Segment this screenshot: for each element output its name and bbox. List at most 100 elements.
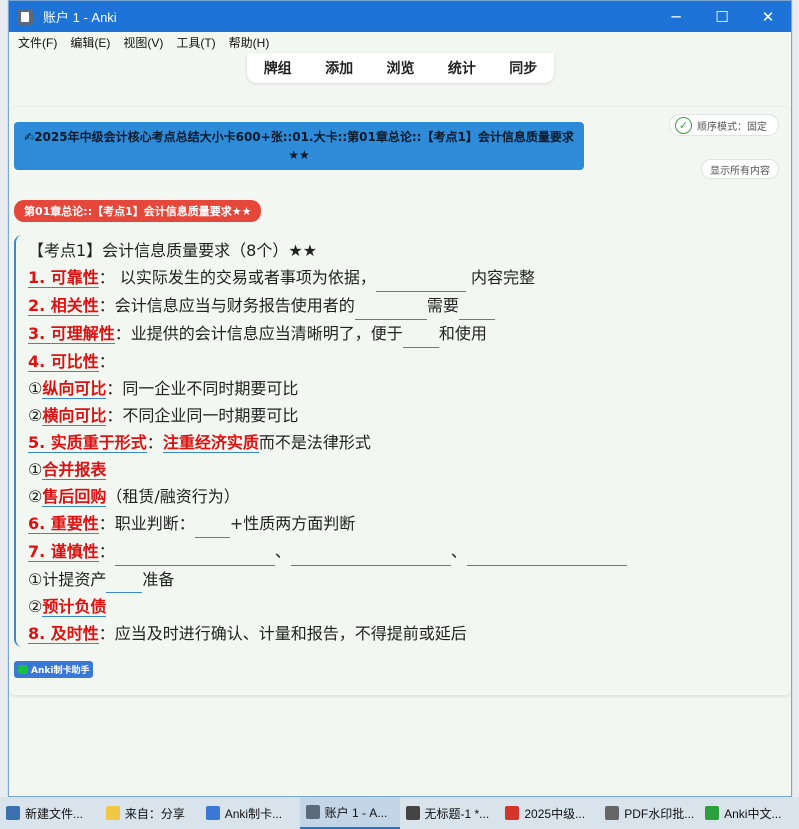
menu-help[interactable]: 帮助(H)	[229, 34, 270, 51]
task-icon	[605, 806, 620, 820]
toolbar-sync[interactable]: 同步	[503, 56, 543, 80]
cloze-blank[interactable]	[114, 548, 275, 566]
cloze-blank[interactable]	[466, 548, 627, 566]
keyword: 4. 可比性	[28, 352, 99, 372]
keyword: 横向可比	[42, 406, 107, 426]
list-item: 8. 及时性：应当及时进行确认、计量和报告，不得提前或延后	[28, 620, 774, 647]
anki-main-window: 账户 1 - Anki ─ ☐ ✕ 文件(F) 编辑(E) 视图(V) 工具(T…	[8, 0, 792, 797]
menu-edit[interactable]: 编辑(E)	[70, 34, 110, 51]
wechat-icon	[18, 665, 28, 674]
anki-app-icon	[17, 8, 33, 25]
list-item: 1. 可靠性： 以实际发生的交易或者事项为依据， 内容完整	[28, 264, 774, 292]
taskbar-item[interactable]: 新建文件...	[0, 797, 100, 829]
text: 准备	[142, 570, 175, 589]
toolbar-decks[interactable]: 牌组	[258, 56, 298, 80]
list-item: ②横向可比：不同企业同一时期要可比	[28, 402, 774, 429]
list-item: 4. 可比性：	[28, 348, 774, 375]
window-controls: ─ ☐ ✕	[653, 1, 791, 32]
text: ：不同企业同一时期要可比	[106, 406, 299, 425]
task-label: PDF水印批...	[624, 806, 695, 821]
cloze-blank[interactable]	[106, 575, 143, 593]
text: 需要	[426, 296, 459, 315]
list-item: 6. 重要性：职业判断： +性质两方面判断	[28, 510, 774, 538]
text: 和使用	[438, 324, 487, 343]
title-bar[interactable]: 账户 1 - Anki ─ ☐ ✕	[9, 1, 791, 32]
task-icon	[705, 806, 720, 820]
text: ②	[28, 406, 43, 425]
text: ①	[28, 460, 43, 479]
text: 而不是法律形式	[258, 433, 371, 452]
list-item: ①计提资产 准备	[28, 566, 774, 593]
cloze-blank[interactable]	[375, 274, 466, 292]
taskbar: 新建文件... 来自：分享 Anki制卡... 账户 1 - A... 无标题-…	[0, 797, 799, 829]
text: ： 以实际发生的交易或者事项为依据，	[98, 268, 376, 287]
toolbar-stats[interactable]: 统计	[442, 56, 482, 80]
keyword: 售后回购	[42, 487, 107, 507]
taskbar-item[interactable]: Anki制卡...	[200, 797, 300, 829]
topic-tag: 第01章总论::【考点1】会计信息质量要求★★	[14, 200, 262, 222]
anki-helper-tag[interactable]: Anki制卡助手	[14, 661, 94, 678]
keyword: 5. 实质重于形式	[28, 433, 147, 453]
text: ：同一企业不同时期要可比	[106, 379, 299, 398]
keyword: 注重经济实质	[162, 433, 259, 453]
keyword: 纵向可比	[42, 379, 107, 399]
window-title: 账户 1 - Anki	[43, 10, 117, 25]
list-item: 7. 谨慎性： 、 、	[28, 538, 774, 566]
text: 、	[450, 542, 467, 561]
keyword: 6. 重要性	[28, 514, 99, 534]
close-button[interactable]: ✕	[745, 1, 791, 32]
list-item: 2. 相关性：会计信息应当与财务报告使用者的 需要	[28, 292, 774, 320]
text: ：应当及时进行确认、计量和报告，不得提前或延后	[98, 624, 467, 643]
taskbar-item[interactable]: 无标题-1 *...	[400, 797, 500, 829]
task-label: 账户 1 - A...	[324, 805, 388, 820]
order-mode-toggle[interactable]: ✓ 顺序模式：固定	[669, 114, 779, 136]
text: ：业提供的会计信息应当清晰明了，便于	[114, 324, 403, 343]
task-label: Anki中文...	[724, 806, 782, 821]
toolbar-add[interactable]: 添加	[319, 56, 359, 80]
order-mode-label: 顺序模式：固定	[697, 121, 767, 133]
task-icon	[105, 806, 120, 820]
toolbar-browse[interactable]: 浏览	[380, 56, 420, 80]
task-label: 无标题-1 *...	[424, 806, 490, 821]
text: ：	[146, 433, 163, 452]
minimize-button[interactable]: ─	[653, 1, 699, 32]
text: +性质两方面判断	[229, 514, 356, 533]
maximize-button[interactable]: ☐	[699, 1, 745, 32]
list-item: ②售后回购（租赁/融资行为）	[28, 483, 774, 510]
list-item: ①合并报表	[28, 456, 774, 483]
menu-file[interactable]: 文件(F)	[18, 34, 57, 51]
taskbar-item-active[interactable]: 账户 1 - A...	[299, 797, 400, 829]
taskbar-item[interactable]: 2025中级...	[499, 797, 599, 829]
cloze-blank[interactable]	[458, 302, 495, 320]
text: ①	[28, 379, 43, 398]
menu-view[interactable]: 视图(V)	[123, 34, 163, 51]
cloze-blank[interactable]	[290, 548, 451, 566]
task-label: 2025中级...	[524, 806, 586, 821]
keyword: 3. 可理解性	[28, 324, 115, 344]
task-icon	[305, 805, 320, 819]
list-item: ①纵向可比：同一企业不同时期要可比	[28, 375, 774, 402]
check-circle-icon: ✓	[675, 116, 692, 134]
task-icon	[405, 806, 420, 820]
card-heading: 【考点1】会计信息质量要求（8个）★★	[28, 237, 774, 264]
cloze-blank[interactable]	[194, 520, 230, 538]
taskbar-item[interactable]: Anki中文...	[699, 797, 799, 829]
text: ②	[28, 487, 43, 506]
task-label: 来自：分享	[124, 806, 185, 821]
taskbar-item[interactable]: 来自：分享	[100, 797, 200, 829]
menu-bar: 文件(F) 编辑(E) 视图(V) 工具(T) 帮助(H)	[9, 32, 791, 52]
text: ：	[98, 542, 115, 561]
task-label: Anki制卡...	[224, 806, 283, 821]
text: 内容完整	[465, 268, 535, 287]
cloze-blank[interactable]	[402, 330, 439, 348]
keyword: 合并报表	[42, 460, 107, 480]
text: ①计提资产	[28, 570, 107, 589]
menu-tools[interactable]: 工具(T)	[176, 34, 215, 51]
text: （租赁/融资行为）	[106, 487, 240, 506]
task-icon	[6, 806, 20, 820]
taskbar-item[interactable]: PDF水印批...	[599, 797, 699, 829]
cloze-blank[interactable]	[354, 302, 427, 320]
keyword: 8. 及时性	[28, 624, 99, 644]
keyword: 7. 谨慎性	[28, 542, 99, 562]
show-all-button[interactable]: 显示所有内容	[701, 159, 779, 179]
